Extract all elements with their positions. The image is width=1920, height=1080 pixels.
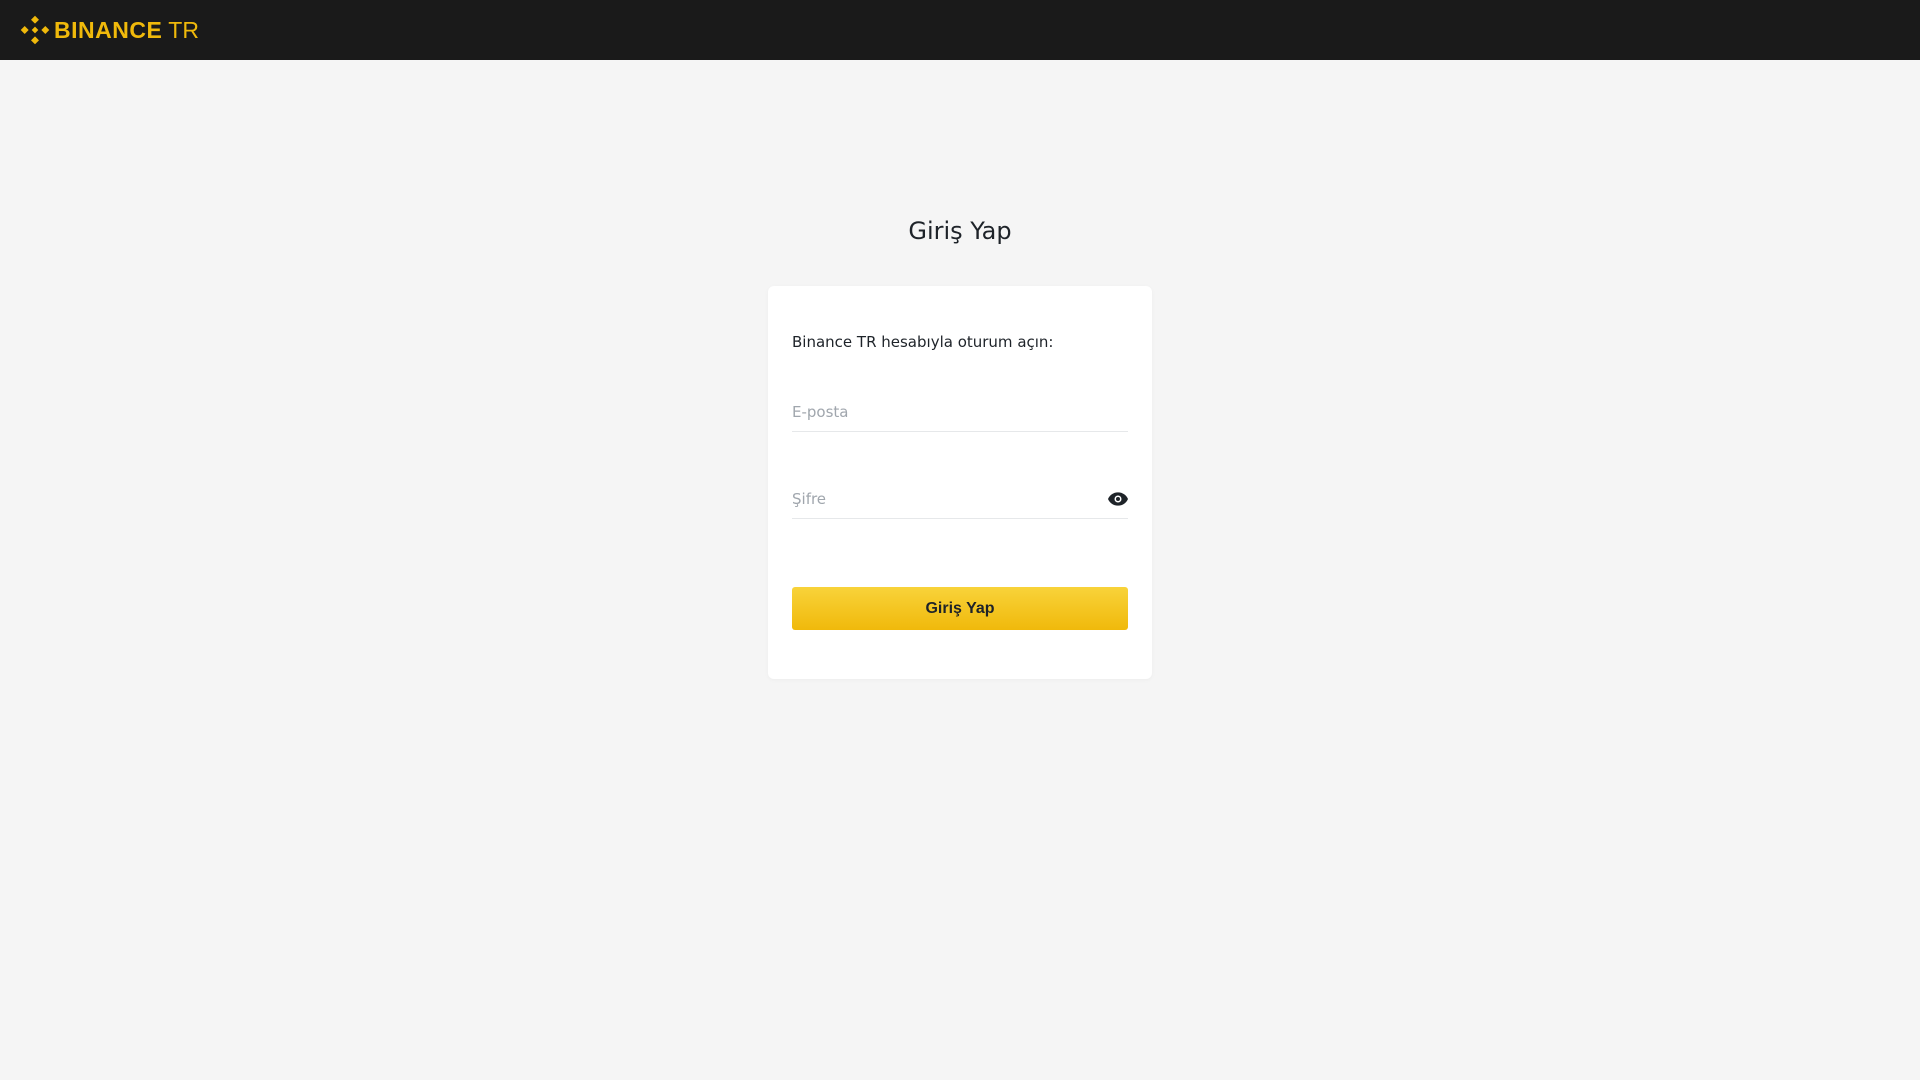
- login-submit-button[interactable]: Giriş Yap: [792, 587, 1128, 630]
- logo-wordmark: BINANCE: [54, 16, 163, 43]
- eye-icon[interactable]: [1108, 491, 1128, 507]
- password-field-wrapper: [792, 482, 1128, 519]
- email-field-wrapper: [792, 395, 1128, 432]
- page-title: Giriş Yap: [908, 217, 1012, 245]
- email-input[interactable]: [792, 395, 1092, 429]
- login-intro-text: Binance TR hesabıyla oturum açın:: [792, 333, 1054, 351]
- top-navigation-bar: BINANCE TR: [0, 0, 1920, 60]
- logo-region-suffix: TR: [168, 16, 199, 43]
- binance-diamond-icon: [20, 15, 50, 45]
- binance-tr-logo[interactable]: BINANCE TR: [20, 0, 199, 60]
- login-card: Binance TR hesabıyla oturum açın: Giriş …: [768, 286, 1152, 679]
- password-input[interactable]: [792, 482, 1092, 516]
